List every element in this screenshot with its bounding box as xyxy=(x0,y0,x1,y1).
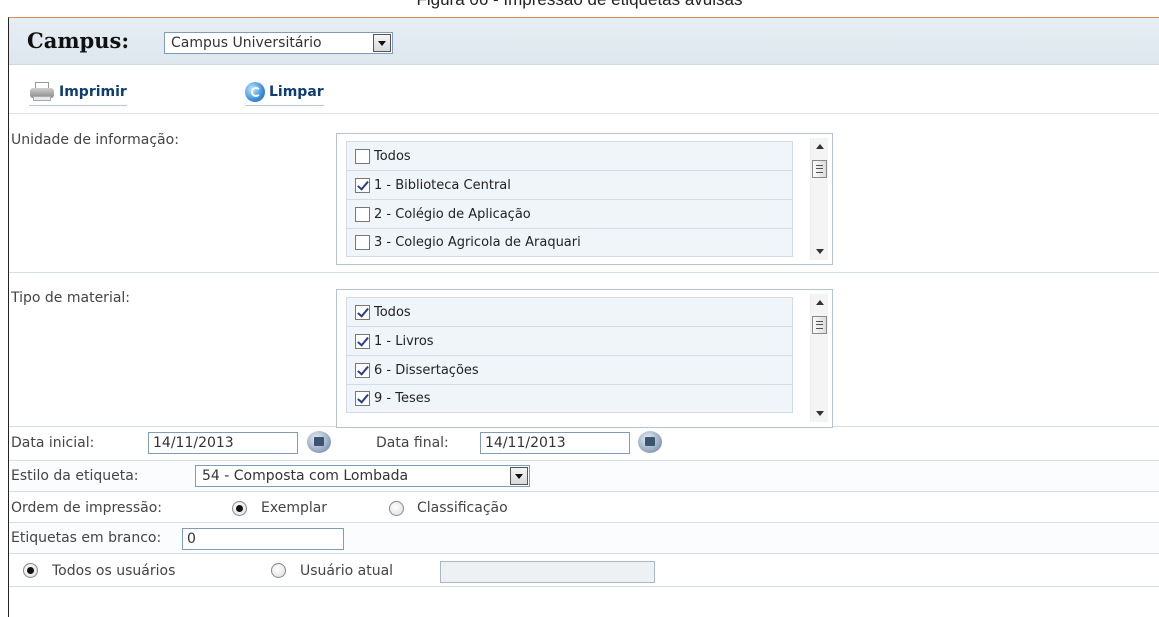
checkbox[interactable] xyxy=(355,177,370,193)
unidade-items: Todos 1 - Biblioteca Central 2 - Colégio d… xyxy=(346,141,793,257)
material-listbox[interactable]: Todos 1 - Livros 6 - Dissertações 9 - Teses xyxy=(336,289,833,428)
campus-select-value: Campus Universitário xyxy=(171,35,322,51)
scroll-thumb[interactable] xyxy=(812,316,827,334)
branco-label: Etiquetas em branco: xyxy=(11,530,162,546)
list-item-label: Todos xyxy=(374,148,411,164)
scroll-up-icon[interactable] xyxy=(811,138,829,154)
label-print-form: Campus: Campus Universitário Imprimir Li… xyxy=(8,17,1159,617)
list-item-label: 9 - Teses xyxy=(374,391,431,406)
clear-icon xyxy=(245,81,265,102)
scroll-up-icon[interactable] xyxy=(811,294,829,310)
checkbox[interactable] xyxy=(355,333,370,349)
list-item-label: 2 - Colégio de Aplicação xyxy=(374,206,531,222)
clear-button-label: Limpar xyxy=(269,83,324,100)
list-item-label: Todos xyxy=(374,304,411,320)
estilo-select[interactable]: 54 - Composta com Lombada xyxy=(195,465,530,487)
material-items: Todos 1 - Livros 6 - Dissertações 9 - Teses xyxy=(346,297,793,413)
list-item[interactable]: 1 - Biblioteca Central xyxy=(346,170,793,199)
end-date-input[interactable]: 14/11/2013 xyxy=(480,432,630,454)
chevron-down-icon[interactable] xyxy=(510,467,528,485)
chevron-down-icon[interactable] xyxy=(373,34,391,52)
radio-todos-usuarios-label: Todos os usuários xyxy=(52,563,176,579)
list-item[interactable]: 9 - Teses xyxy=(346,384,793,413)
estilo-label: Estilo da etiqueta: xyxy=(11,468,139,484)
scroll-down-icon[interactable] xyxy=(811,244,829,260)
list-item[interactable]: 2 - Colégio de Aplicação xyxy=(346,199,793,228)
usuarios-row: Todos os usuários Usuário atual xyxy=(9,555,1159,587)
checkbox[interactable] xyxy=(355,148,370,164)
start-date-input[interactable]: 14/11/2013 xyxy=(148,432,298,454)
radio-usuario-atual[interactable] xyxy=(271,563,286,578)
print-button-label: Imprimir xyxy=(59,83,127,100)
checkbox[interactable] xyxy=(355,235,370,250)
list-item[interactable]: Todos xyxy=(346,297,793,326)
radio-usuario-atual-label: Usuário atual xyxy=(300,563,394,579)
campus-select[interactable]: Campus Universitário xyxy=(164,32,393,54)
estilo-select-value: 54 - Composta com Lombada xyxy=(202,468,409,484)
figure-caption: Figura 06 - Impressão de etiquetas avuls… xyxy=(0,0,1159,10)
estilo-row: Estilo da etiqueta: 54 - Composta com Lo… xyxy=(9,462,1159,492)
start-date-label: Data inicial: xyxy=(11,435,95,451)
print-button[interactable]: Imprimir xyxy=(29,80,127,106)
list-item[interactable]: 1 - Livros xyxy=(346,326,793,355)
calendar-icon[interactable] xyxy=(638,431,662,453)
material-scrollbar[interactable] xyxy=(810,294,828,422)
list-item[interactable]: 3 - Colegio Agricola de Araquari xyxy=(346,228,793,257)
unidade-row: Unidade de informação: Todos 1 - Bibliote… xyxy=(9,128,1159,273)
radio-exemplar-label: Exemplar xyxy=(261,500,328,516)
list-item-label: 1 - Biblioteca Central xyxy=(374,177,511,193)
radio-todos-usuarios[interactable] xyxy=(23,563,38,578)
unidade-label: Unidade de informação: xyxy=(11,132,179,148)
dates-row: Data inicial: 14/11/2013 Data final: 14/… xyxy=(9,428,1159,461)
checkbox[interactable] xyxy=(355,391,370,406)
scroll-down-icon[interactable] xyxy=(811,406,829,422)
printer-icon xyxy=(29,81,55,102)
calendar-icon[interactable] xyxy=(307,431,331,453)
ordem-label: Ordem de impressão: xyxy=(11,500,162,516)
campus-bar: Campus: Campus Universitário xyxy=(9,18,1159,65)
campus-label: Campus: xyxy=(27,28,130,53)
scroll-thumb[interactable] xyxy=(812,160,827,178)
end-date-label: Data final: xyxy=(376,435,449,451)
toolbar: Imprimir Limpar xyxy=(9,66,1159,114)
radio-exemplar[interactable] xyxy=(232,501,247,516)
unidade-listbox[interactable]: Todos 1 - Biblioteca Central 2 - Colégio d… xyxy=(336,133,833,265)
checkbox[interactable] xyxy=(355,362,370,378)
blank-labels-input[interactable]: 0 xyxy=(182,528,344,550)
material-label: Tipo de material: xyxy=(11,290,131,306)
list-item-label: 6 - Dissertações xyxy=(374,362,479,378)
list-item-label: 3 - Colegio Agricola de Araquari xyxy=(374,235,581,250)
list-item-label: 1 - Livros xyxy=(374,333,434,349)
radio-classificacao-label: Classificação xyxy=(417,500,508,516)
current-user-input[interactable] xyxy=(440,561,655,583)
list-item[interactable]: Todos xyxy=(346,141,793,170)
branco-row: Etiquetas em branco: 0 xyxy=(9,524,1159,554)
checkbox[interactable] xyxy=(355,304,370,320)
unidade-scrollbar[interactable] xyxy=(810,138,828,260)
checkbox[interactable] xyxy=(355,206,370,222)
radio-classificacao[interactable] xyxy=(389,501,404,516)
ordem-row: Ordem de impressão: Exemplar Classificaç… xyxy=(9,493,1159,523)
clear-button[interactable]: Limpar xyxy=(245,80,324,106)
material-row: Tipo de material: Todos 1 - Livros 6 - Dis… xyxy=(9,280,1159,428)
list-item[interactable]: 6 - Dissertações xyxy=(346,355,793,384)
